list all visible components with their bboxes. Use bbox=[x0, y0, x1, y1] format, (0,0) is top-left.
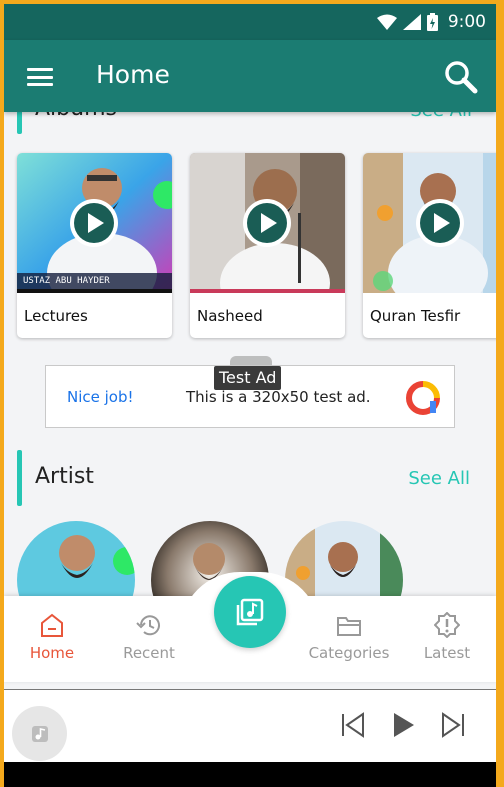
page-title: Home bbox=[96, 60, 170, 89]
music-note-icon bbox=[31, 725, 48, 742]
artist-header: Artist See All bbox=[4, 450, 496, 506]
play-icon[interactable] bbox=[70, 199, 118, 247]
badge-alert-icon bbox=[434, 612, 460, 638]
bottom-navigation: Home Recent Categories Latest bbox=[4, 572, 496, 682]
music-library-button[interactable] bbox=[214, 576, 286, 648]
status-bar: 9:00 bbox=[4, 4, 496, 40]
skip-previous-icon[interactable] bbox=[338, 710, 368, 740]
app-bar: Home bbox=[4, 40, 496, 112]
play-icon[interactable] bbox=[388, 710, 418, 740]
album-card-lectures[interactable]: USTAZ ABU HAYDER Lectures bbox=[17, 153, 172, 338]
albums-see-all-link[interactable]: See All bbox=[410, 112, 472, 121]
thumbnail-strip bbox=[17, 289, 172, 293]
artist-title: Artist bbox=[35, 464, 94, 489]
ad-tag: Test Ad bbox=[214, 366, 282, 390]
signal-icon bbox=[402, 14, 421, 30]
search-icon[interactable] bbox=[444, 60, 478, 94]
thumbnail-caption: USTAZ ABU HAYDER bbox=[17, 273, 172, 289]
section-accent-bar bbox=[17, 112, 22, 134]
skip-next-icon[interactable] bbox=[438, 710, 468, 740]
ad-message: This is a 320x50 test ad. bbox=[186, 388, 371, 406]
album-card-label: Quran Tesfir bbox=[370, 307, 461, 325]
album-card-quran-tesfir[interactable]: Quran Tesfir bbox=[363, 153, 496, 338]
albums-header: Albums See All bbox=[4, 112, 496, 136]
nav-home-label: Home bbox=[29, 644, 75, 662]
system-navigation-bar bbox=[4, 762, 496, 787]
mini-player bbox=[4, 690, 496, 762]
nav-categories-label: Categories bbox=[308, 644, 390, 662]
music-library-icon bbox=[236, 598, 264, 626]
home-icon bbox=[41, 613, 63, 637]
nav-home[interactable]: Home bbox=[7, 612, 97, 662]
ad-nice-text: Nice job! bbox=[67, 388, 134, 406]
artist-avatar[interactable] bbox=[17, 521, 135, 602]
home-content[interactable]: Albums See All USTAZ ABU HAYDER Lectures bbox=[4, 112, 496, 602]
albums-carousel[interactable]: USTAZ ABU HAYDER Lectures Nasheed Quran … bbox=[17, 153, 496, 338]
ad-logo-icon bbox=[406, 381, 440, 415]
player-artwork[interactable] bbox=[12, 706, 67, 761]
album-card-label: Lectures bbox=[24, 307, 88, 325]
album-card-nasheed[interactable]: Nasheed bbox=[190, 153, 345, 338]
menu-icon[interactable] bbox=[27, 68, 53, 86]
clock: 9:00 bbox=[447, 12, 486, 32]
nav-latest-label: Latest bbox=[423, 644, 471, 662]
album-card-label: Nasheed bbox=[197, 307, 263, 325]
albums-title: Albums bbox=[35, 112, 117, 121]
nav-recent-label: Recent bbox=[123, 644, 175, 662]
artist-see-all-link[interactable]: See All bbox=[408, 468, 470, 489]
play-icon[interactable] bbox=[416, 199, 464, 247]
nav-latest[interactable]: Latest bbox=[402, 612, 492, 662]
battery-icon bbox=[426, 13, 438, 31]
play-icon[interactable] bbox=[243, 199, 291, 247]
history-icon bbox=[136, 615, 160, 636]
app-screen: 9:00 Home Albums See All bbox=[4, 4, 496, 787]
folder-icon bbox=[337, 617, 361, 636]
section-accent-bar bbox=[17, 450, 22, 506]
wifi-icon bbox=[376, 14, 397, 30]
